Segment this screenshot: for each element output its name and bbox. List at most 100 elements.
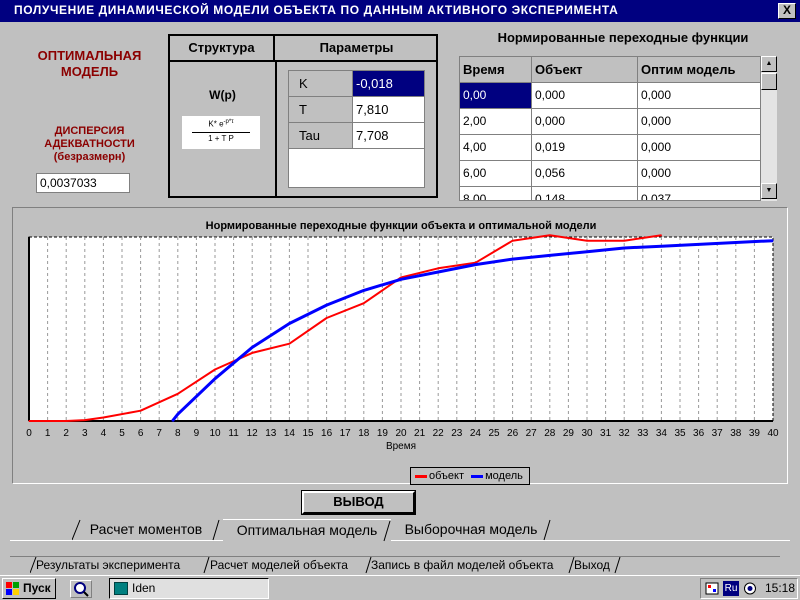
- x-tick-label: 15: [302, 428, 314, 439]
- grid-cell[interactable]: 0,000: [638, 83, 762, 109]
- grid-cell[interactable]: 6,00: [460, 161, 532, 187]
- grid-cell[interactable]: 0,019: [532, 135, 638, 161]
- data-point-model: [735, 241, 737, 244]
- grid-cell[interactable]: 2,00: [460, 109, 532, 135]
- start-label: Пуск: [23, 581, 51, 595]
- grid-cell[interactable]: 0,056: [532, 161, 638, 187]
- tab-model-calc[interactable]: Расчет моделей объекта: [203, 557, 366, 574]
- scroll-up-icon[interactable]: ▲: [761, 56, 777, 72]
- param-row: T 7,810: [289, 97, 424, 123]
- param-value[interactable]: 7,810: [353, 97, 424, 122]
- tab-optimal-model[interactable]: Оптимальная модель: [223, 519, 391, 542]
- x-tick-label: 2: [63, 428, 69, 439]
- grid-cell[interactable]: 8,00: [460, 187, 532, 200]
- data-point-object: [586, 240, 588, 242]
- close-button[interactable]: X: [778, 3, 796, 19]
- x-tick-label: 33: [637, 428, 649, 439]
- x-tick-label: 34: [656, 428, 668, 439]
- tab-experiment-results[interactable]: Результаты эксперимента: [30, 557, 208, 574]
- windows-logo-icon: [6, 582, 19, 595]
- data-point-object: [251, 352, 253, 354]
- tab-moments[interactable]: Расчет моментов: [72, 519, 220, 541]
- data-point-model: [171, 420, 173, 422]
- data-point-model: [660, 245, 663, 247]
- data-point-object: [437, 267, 439, 269]
- dispersion-label: ДИСПЕРСИЯ АДЕКВАТНОСТИ (безразмерн): [12, 125, 167, 164]
- transfer-function-label: W(p): [209, 88, 236, 102]
- data-point-model: [363, 289, 365, 291]
- volume-icon[interactable]: [743, 582, 757, 595]
- grid-header-time[interactable]: Время: [460, 57, 532, 83]
- grid-header-object[interactable]: Объект: [532, 57, 638, 83]
- data-point-model: [772, 240, 774, 242]
- x-tick-label: 16: [321, 428, 333, 439]
- grid-cell[interactable]: 4,00: [460, 135, 532, 161]
- x-tick-label: 38: [730, 428, 742, 439]
- data-point-object: [84, 419, 86, 421]
- param-row: Tau 7,708: [289, 123, 424, 149]
- tab-exit[interactable]: Выход: [568, 557, 628, 574]
- main-tabs: Результаты эксперимента Расчет моделей о…: [10, 556, 780, 574]
- start-button[interactable]: Пуск: [2, 578, 56, 599]
- x-tick-label: 36: [693, 428, 705, 439]
- data-point-object: [214, 368, 216, 371]
- scroll-thumb[interactable]: [761, 73, 777, 90]
- data-point-object: [660, 234, 663, 236]
- language-indicator[interactable]: Ru: [723, 581, 739, 596]
- data-point-object: [177, 393, 179, 395]
- system-tray: Ru 15:18: [700, 578, 798, 599]
- model-tabs: Расчет моментов Оптимальная модель Выбор…: [10, 517, 790, 542]
- dispersion-value-field[interactable]: 0,0037033: [36, 173, 130, 193]
- param-value[interactable]: -0,018: [353, 71, 424, 96]
- grid-cell[interactable]: 0,00: [460, 83, 532, 109]
- grid-cell[interactable]: 0,037: [638, 187, 762, 200]
- data-point-model: [549, 254, 551, 256]
- grid-title: Нормированные переходные функции: [497, 30, 749, 45]
- data-point-object: [326, 317, 328, 319]
- data-point-model: [400, 278, 402, 280]
- output-button[interactable]: ВЫВОД: [301, 490, 416, 515]
- formula-denominator: 1 + T P: [208, 134, 234, 143]
- quick-launch-explorer-icon[interactable]: [70, 580, 92, 598]
- x-tick-label: 39: [749, 428, 761, 439]
- param-value[interactable]: 7,708: [353, 123, 424, 148]
- grid-cell[interactable]: 0,000: [638, 135, 762, 161]
- grid-cell[interactable]: 0,148: [532, 187, 638, 200]
- optimal-line1: ОПТИМАЛЬНАЯ: [37, 48, 142, 63]
- data-point-object: [65, 420, 67, 422]
- grid-cell[interactable]: 0,000: [638, 109, 762, 135]
- app-icon: [114, 582, 128, 595]
- task-button-iden[interactable]: Iden: [109, 578, 269, 599]
- grid-vertical-scrollbar[interactable]: ▲ ▼: [760, 56, 777, 201]
- data-point-model: [251, 346, 253, 348]
- x-tick-label: 4: [101, 428, 107, 439]
- structure-header-row: Структура Параметры: [170, 36, 436, 62]
- x-tick-label: 30: [581, 428, 593, 439]
- param-name: T: [289, 97, 353, 122]
- tab-model-calc-label: Расчет моделей объекта: [210, 558, 348, 572]
- scheduler-icon[interactable]: [705, 582, 719, 595]
- data-point-model: [623, 247, 625, 249]
- x-tick-label: 40: [767, 428, 779, 439]
- data-point-model: [177, 413, 179, 415]
- tab-sample-model[interactable]: Выборочная модель: [391, 519, 551, 541]
- x-tick-label: 18: [358, 428, 370, 439]
- scroll-down-icon[interactable]: ▼: [761, 183, 777, 199]
- window-title: ПОЛУЧЕНИЕ ДИНАМИЧЕСКОЙ МОДЕЛИ ОБЪЕКТА ПО…: [14, 3, 619, 17]
- tab-moments-label: Расчет моментов: [89, 521, 203, 537]
- x-tick-label: 13: [265, 428, 277, 439]
- structure-header: Структура: [170, 36, 275, 60]
- x-tick-label: 28: [544, 428, 556, 439]
- grid-cell[interactable]: 0,000: [638, 161, 762, 187]
- grid-header-model[interactable]: Оптим модель: [638, 57, 762, 83]
- grid-cell[interactable]: 0,000: [532, 109, 638, 135]
- x-tick-label: 7: [156, 428, 162, 439]
- x-tick-label: 27: [526, 428, 538, 439]
- data-point-model: [474, 264, 476, 266]
- grid-cell[interactable]: 0,000: [532, 83, 638, 109]
- optimal-line2: МОДЕЛЬ: [60, 64, 119, 79]
- tab-save-models[interactable]: Запись в файл моделей объекта: [365, 557, 575, 574]
- x-tick-label: 22: [433, 428, 445, 439]
- x-tick-label: 37: [712, 428, 724, 439]
- chart-panel: Нормированные переходные функции объекта…: [12, 207, 788, 485]
